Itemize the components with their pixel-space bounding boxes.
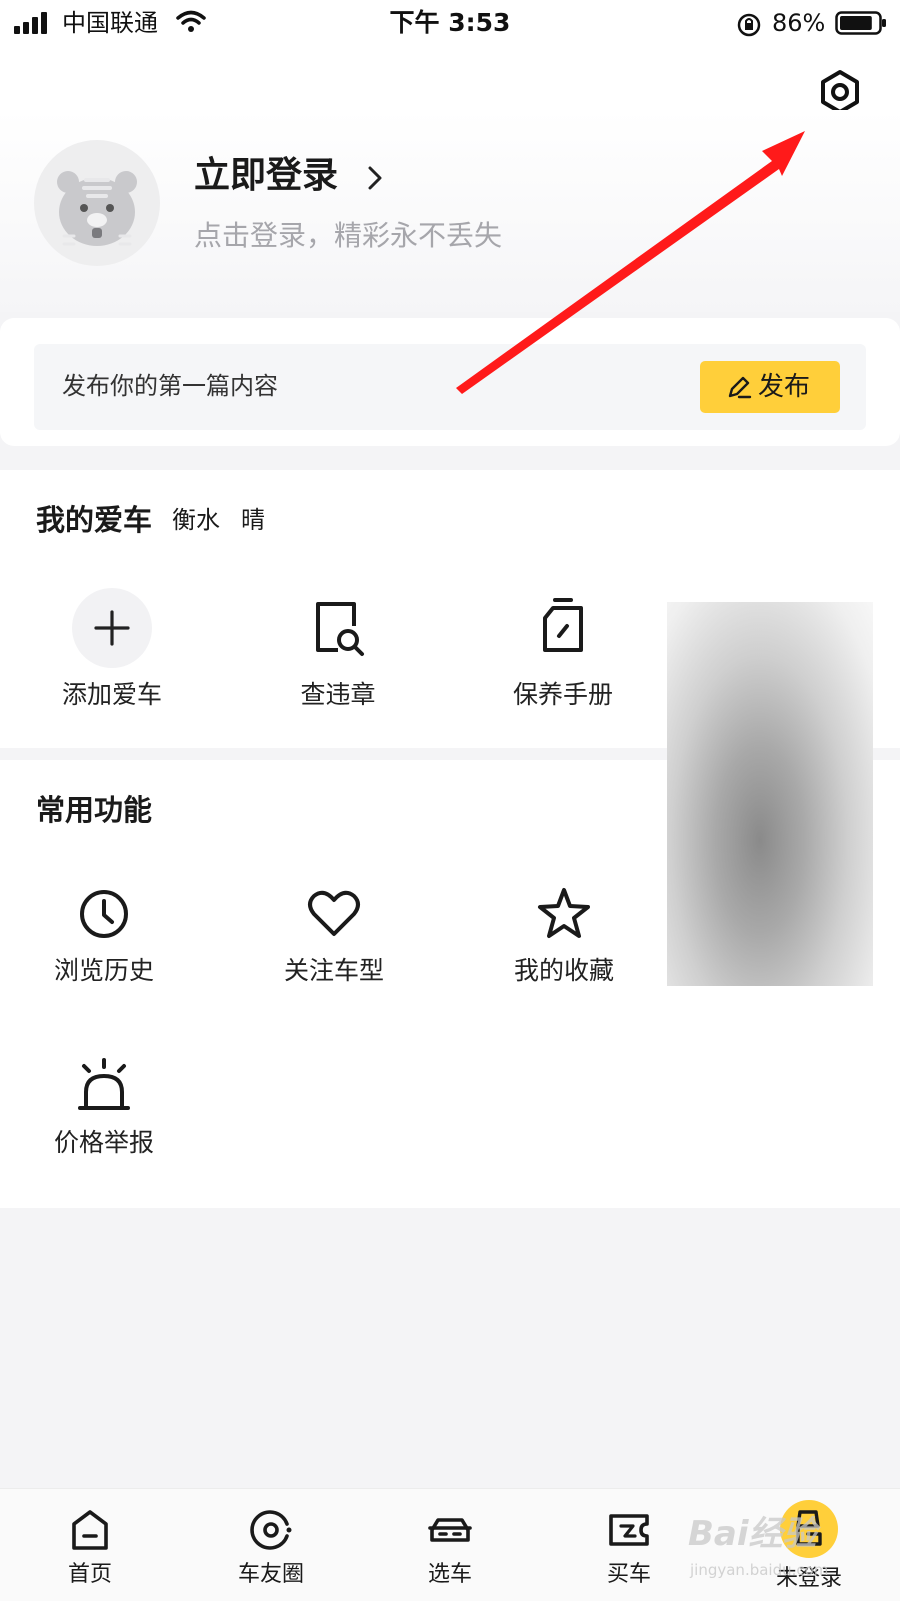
violation-check-button[interactable]: 查违章	[263, 588, 413, 712]
add-car-button[interactable]: 添加爱车	[37, 588, 187, 712]
ticket-icon	[609, 1514, 649, 1546]
tab-home[interactable]: 首页	[30, 1500, 150, 1600]
browse-history-label: 浏览历史	[53, 956, 154, 985]
chevron-right-icon[interactable]	[364, 164, 386, 192]
orientation-lock-icon	[737, 13, 761, 37]
top-header	[0, 48, 900, 110]
tab-profile[interactable]: 未登录	[749, 1500, 869, 1600]
tab-choose-car-label: 选车	[427, 1562, 472, 1587]
battery-icon	[835, 11, 886, 35]
my-favorites-button[interactable]: 我的收藏	[489, 884, 639, 988]
tab-community-label: 车友圈	[237, 1562, 304, 1587]
price-report-label: 价格举报	[53, 1128, 154, 1157]
plus-icon	[72, 588, 152, 668]
followed-models-label: 关注车型	[283, 956, 384, 985]
tab-buy-car-label: 买车	[606, 1562, 651, 1587]
battery-percent: 86%	[772, 9, 826, 37]
publish-button-label: 发布	[758, 372, 811, 402]
tab-home-label: 首页	[67, 1562, 112, 1587]
user-icon	[780, 1500, 838, 1558]
maintenance-book-icon	[543, 598, 583, 652]
login-subtitle: 点击登录，精彩永不丢失	[194, 219, 503, 252]
price-report-button[interactable]: 价格举报	[29, 1056, 179, 1160]
tab-buy-car[interactable]: 买车	[569, 1500, 689, 1600]
common-functions-title: 常用功能	[36, 793, 153, 827]
tab-choose-car[interactable]: 选车	[390, 1500, 510, 1600]
add-car-label: 添加爱车	[61, 680, 162, 709]
tiger-avatar-icon[interactable]	[34, 140, 160, 266]
settings-hexagon-icon[interactable]	[816, 68, 864, 116]
my-car-title: 我的爱车	[36, 503, 153, 537]
clock-icon	[80, 890, 128, 938]
maintenance-book-label: 保养手册	[512, 680, 613, 709]
violation-search-icon	[316, 602, 364, 656]
tab-profile-label: 未登录	[775, 1566, 842, 1591]
publish-button[interactable]: 发布	[700, 361, 840, 413]
redacted-blur-area	[667, 602, 873, 986]
tab-community[interactable]: 车友圈	[211, 1500, 331, 1600]
weather-label: 晴	[241, 506, 265, 534]
alarm-light-icon	[78, 1058, 130, 1110]
car-icon	[428, 1518, 472, 1542]
login-title[interactable]: 立即登录	[194, 152, 338, 200]
maintenance-book-button[interactable]: 保养手册	[488, 588, 638, 712]
violation-check-label: 查违章	[300, 680, 376, 709]
my-favorites-label: 我的收藏	[513, 956, 614, 985]
home-icon	[72, 1510, 108, 1550]
heart-icon	[308, 890, 360, 936]
star-icon	[538, 888, 590, 938]
pencil-icon	[728, 376, 752, 399]
status-time: 下午 3:53	[389, 8, 511, 37]
status-bar: 中国联通 下午 3:53 86%	[0, 0, 900, 48]
browse-history-button[interactable]: 浏览历史	[29, 884, 179, 988]
followed-models-button[interactable]: 关注车型	[259, 884, 409, 988]
publish-prompt: 发布你的第一篇内容	[62, 372, 278, 400]
circle-icon	[250, 1510, 292, 1550]
city-label: 衡水	[172, 506, 220, 534]
